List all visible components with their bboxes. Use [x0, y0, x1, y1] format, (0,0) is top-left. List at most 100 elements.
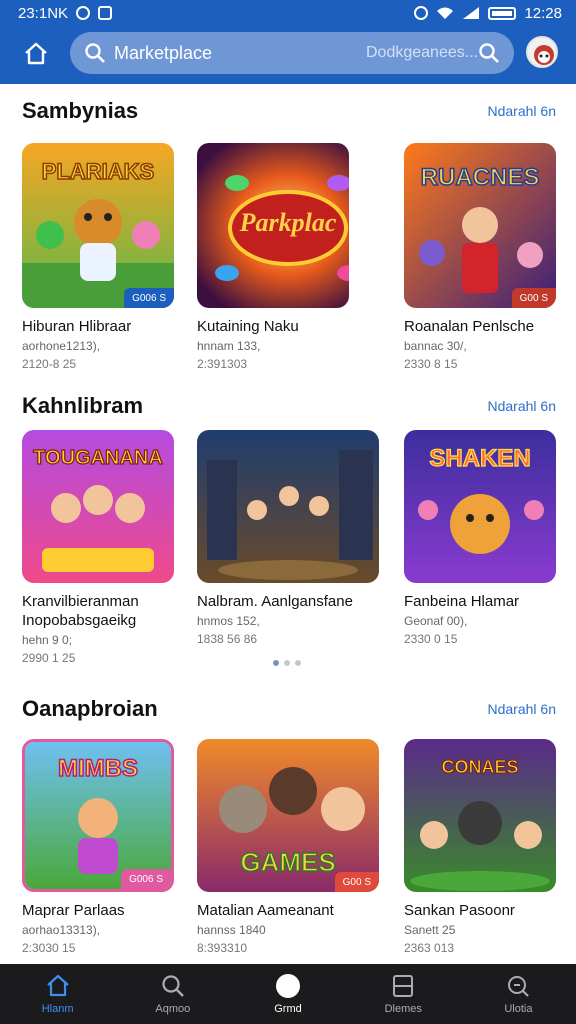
thumb-badge: G006 S [121, 869, 171, 889]
game-card[interactable]: SHAKEN Fanbeina Hlamar Geonaf 00), 2330 … [404, 430, 556, 646]
thumb-badge: G006 S [124, 288, 174, 308]
card-name: Maprar Parlaas [22, 902, 125, 919]
status-text: 23:1NK [18, 4, 69, 22]
card-sub: aorhone1213), [22, 339, 101, 353]
card-meta: 2:391303 [197, 357, 248, 371]
card-name: Fanbeina Hlamar [404, 593, 520, 610]
card-meta: 8:393310 [197, 941, 248, 955]
card-sub: Sanett 25 [404, 923, 456, 937]
card-name-line2: Inopobabsgaeikg [22, 612, 137, 629]
search-placeholder[interactable]: Dodkgeanees... [366, 44, 478, 62]
thumb-title: TOUGANANA [33, 447, 163, 469]
carousel-dot[interactable] [295, 660, 301, 666]
section-title: Kahnlibram [22, 393, 144, 418]
card-meta: 2120-8 25 [22, 357, 77, 371]
thumb-badge: G00 S [511, 288, 556, 308]
thumb-title: PLARIAKS [42, 159, 154, 184]
search-submit-icon[interactable] [478, 42, 500, 64]
nav-label: Hlanm [41, 1003, 74, 1015]
card-name: Roanalan Penlsche [404, 318, 535, 335]
game-thumbnail: GAMES G00 S [197, 739, 379, 892]
card-name: Kutaining Naku [197, 318, 299, 335]
search-icon [162, 975, 184, 997]
section-header-1: Sambynias Ndarahl 6n [22, 96, 556, 126]
see-all-link[interactable]: Ndarahl 6n [488, 398, 557, 414]
search-icon [85, 43, 105, 63]
game-card[interactable]: RUACNES G00 S Roanalan Penlsche bannac 3… [404, 143, 556, 371]
carousel-dot[interactable] [284, 660, 290, 666]
game-card[interactable]: Nalbram. Aanlgansfane hnmos 152, 1838 56… [197, 430, 379, 646]
card-name: Sankan Pasoonr [404, 902, 515, 919]
card-name: Matalian Aameanant [197, 902, 334, 919]
game-card[interactable]: Parkplac Kutaining Naku hnnam 133, 2:391… [197, 143, 349, 371]
card-meta: 2330 8 15 [404, 357, 458, 371]
status-time: 12:28 [524, 4, 562, 22]
game-card[interactable]: GAMES G00 S Matalian Aameanant hannss 18… [197, 739, 379, 955]
card-sub: bannac 30/, [404, 339, 467, 353]
card-name: Nalbram. Aanlgansfane [197, 593, 353, 610]
game-thumbnail: SHAKEN [404, 430, 556, 583]
search-title: Marketplace [114, 42, 213, 63]
card-sub: Geonaf 00), [404, 614, 468, 628]
avatar-image [534, 45, 554, 65]
notification-icon [76, 6, 91, 20]
nav-label: Ulotia [504, 1003, 533, 1015]
carousel-indicator[interactable] [273, 660, 301, 666]
nav-label: Aqmoo [155, 1003, 191, 1015]
game-thumbnail: Parkplac [197, 143, 349, 308]
thumb-title: MIMBS [58, 755, 138, 782]
wifi-icon [437, 7, 454, 19]
nav-item-library[interactable]: Dlemes [346, 964, 461, 1024]
circle-icon [276, 974, 300, 998]
thumb-title: RUACNES [421, 164, 540, 191]
game-card[interactable]: CONAES Sankan Pasoonr Sanett 25 2363 013 [404, 739, 556, 955]
home-button[interactable] [18, 36, 54, 72]
game-thumbnail: TOUGANANA [22, 430, 174, 583]
game-card[interactable]: TOUGANANA Kranvilbieranman Inopobabsgaei… [22, 430, 174, 665]
game-card[interactable]: PLARIAKS G006 S Hiburan Hlibraar aorhone… [22, 143, 174, 371]
see-all-link[interactable]: Ndarahl 6n [488, 103, 557, 119]
game-thumbnail: PLARIAKS G006 S [22, 143, 174, 308]
game-thumbnail: RUACNES G00 S [404, 143, 556, 308]
carousel-dot[interactable] [273, 660, 279, 666]
nav-item-messages[interactable]: Ulotia [461, 964, 576, 1024]
battery-icon [488, 6, 517, 20]
status-bar: 23:1NK 12:28 [0, 0, 576, 26]
card-sub: aorhao13313), [22, 923, 101, 937]
section-title: Sambynias [22, 98, 139, 123]
thumb-title: SHAKEN [429, 445, 530, 472]
avatar[interactable] [526, 36, 558, 68]
thumb-title: GAMES [240, 847, 335, 877]
card-meta: 2:3030 15 [22, 941, 76, 955]
card-meta: 1838 56 86 [197, 632, 258, 646]
app-icon [98, 6, 113, 20]
app-header: 23:1NK 12:28 Marketplace Dodkgeanees... [0, 0, 576, 84]
nav-item-search[interactable]: Aqmoo [115, 964, 230, 1024]
chat-search-icon [508, 976, 530, 997]
game-card[interactable]: MIMBS G006 S Maprar Parlaas aorhao13313)… [22, 739, 174, 955]
card-meta: 2363 013 [404, 941, 455, 955]
game-thumbnail: CONAES [404, 739, 556, 892]
thumb-badge: G00 S [334, 872, 379, 892]
home-icon [25, 42, 47, 65]
nav-item-center[interactable]: Grmd [230, 964, 345, 1024]
signal-icon [463, 7, 480, 19]
nav-item-home[interactable]: Hlanm [0, 964, 115, 1024]
section-header-3: Oanapbroian Ndarahl 6n [22, 694, 556, 724]
card-meta: 2990 1 25 [22, 651, 76, 665]
game-thumbnail: MIMBS G006 S [22, 739, 174, 892]
search-bar[interactable]: Marketplace Dodkgeanees... [70, 32, 514, 74]
section-title: Oanapbroian [22, 696, 158, 721]
card-sub: hnnam 133, [197, 339, 261, 353]
see-all-link[interactable]: Ndarahl 6n [488, 701, 557, 717]
box-icon [393, 975, 414, 997]
home-icon [46, 974, 69, 997]
card-sub: hannss 1840 [197, 923, 266, 937]
nav-label: Dlemes [384, 1003, 422, 1015]
game-thumbnail [197, 430, 379, 583]
bottom-navigation: Hlanm Aqmoo Grmd Dlemes Ulotia [0, 964, 576, 1024]
card-name: Kranvilbieranman [22, 593, 139, 610]
card-sub: hnmos 152, [197, 614, 260, 628]
thumb-title: Parkplac [239, 208, 337, 237]
section-header-2: Kahnlibram Ndarahl 6n [22, 391, 556, 421]
